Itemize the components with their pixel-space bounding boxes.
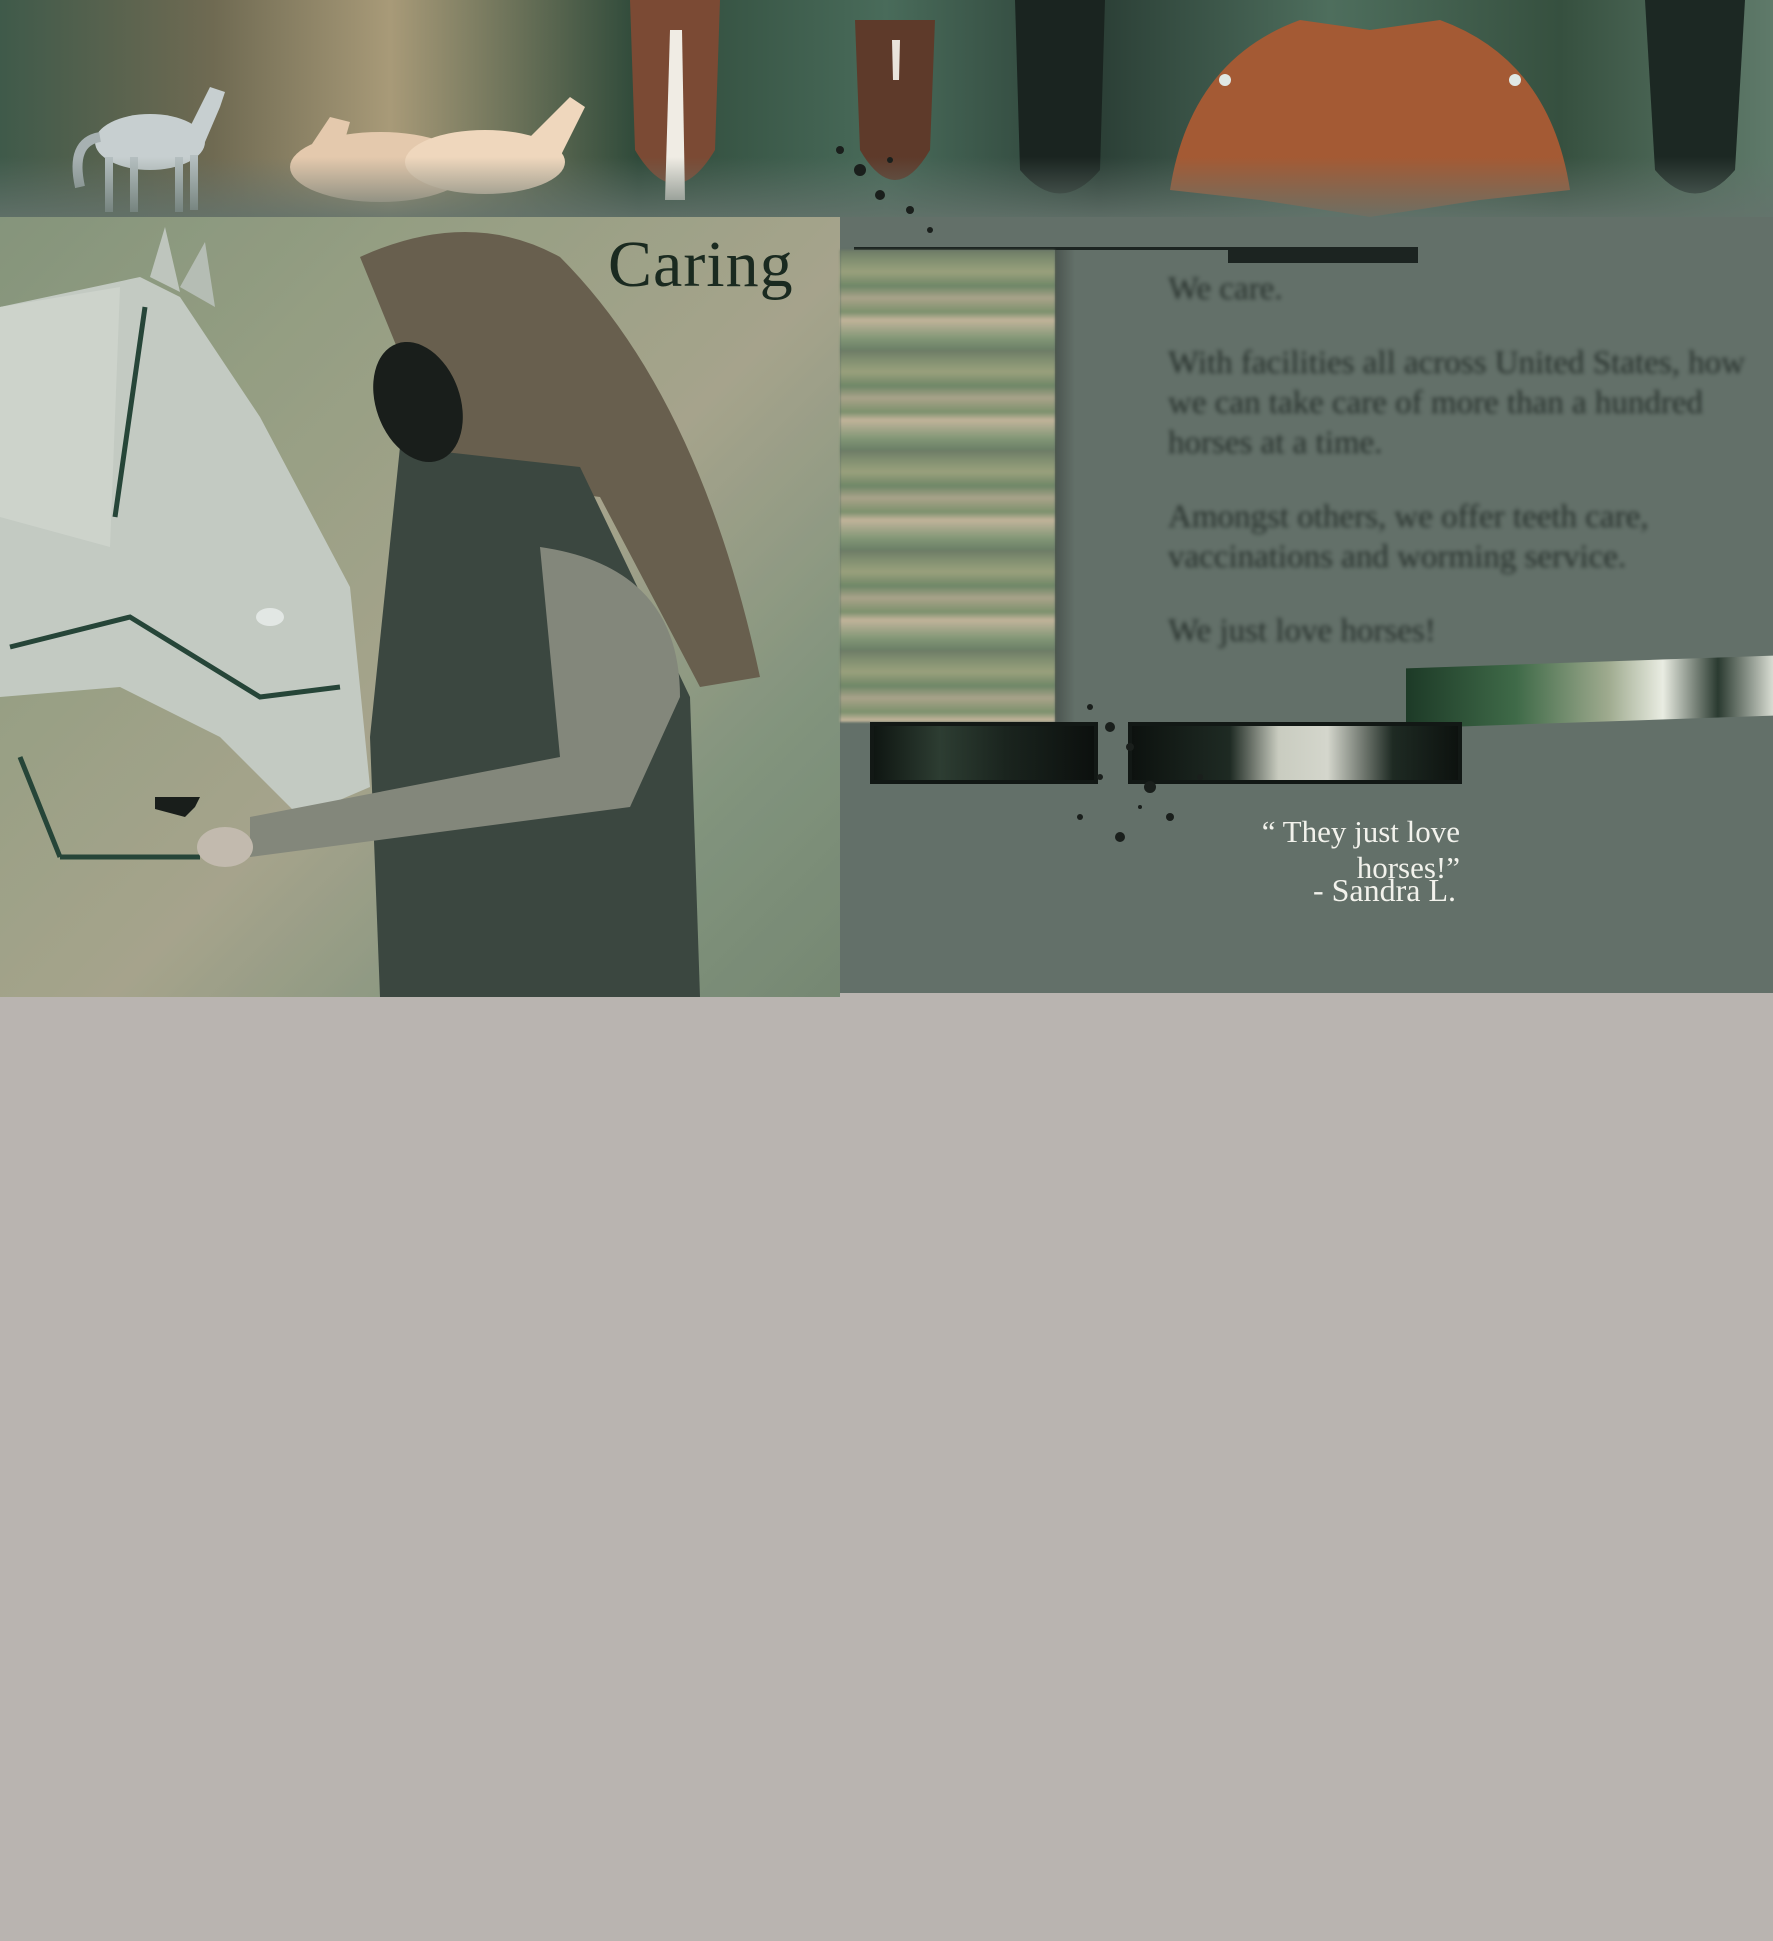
motion-blur-photo	[840, 250, 1055, 722]
woman-and-horse-illustration	[0, 217, 840, 997]
black-horse-head-image	[1015, 0, 1105, 194]
paragraph-we-care: We care.	[1168, 271, 1283, 307]
ink-splatter-header	[836, 146, 933, 233]
film-strip-photo	[1406, 655, 1773, 729]
paragraph-services: Amongst others, we offer teeth care, vac…	[1168, 499, 1649, 575]
palomino-horses-image	[290, 97, 585, 202]
blurred-text-block: We care. With facilities all across Unit…	[1168, 269, 1773, 685]
photo-shadow	[1055, 250, 1075, 722]
caring-photo: Caring	[0, 217, 840, 997]
chestnut-horse-head-image	[630, 0, 720, 200]
mirrored-horse-heads-image	[1170, 20, 1570, 217]
page: Caring We care. With facilities all acro…	[0, 0, 1773, 1941]
grey-horse-image	[72, 87, 225, 212]
testimonial-author: - Sandra L.	[1312, 872, 1456, 908]
paragraph-love-horses: We just love horses!	[1168, 613, 1436, 649]
black-horse-head-right-image	[1645, 0, 1745, 194]
content-panel: We care. With facilities all across Unit…	[840, 217, 1773, 993]
divider-bar	[1228, 247, 1418, 263]
page-title: Caring	[608, 228, 794, 301]
paragraph-facilities: With facilities all across United States…	[1168, 345, 1745, 461]
